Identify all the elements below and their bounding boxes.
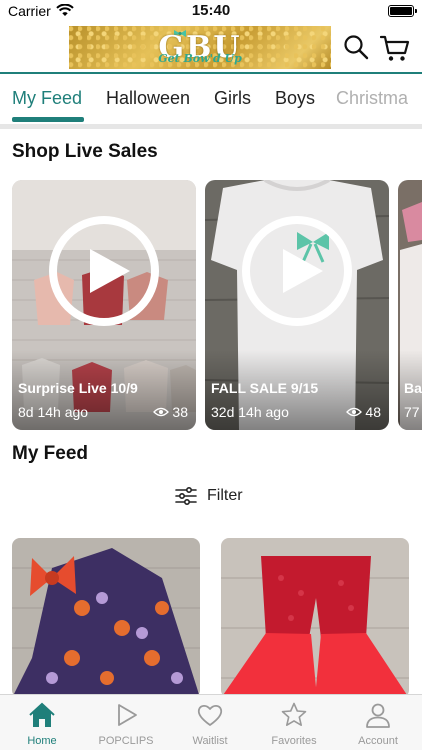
nav-popclips[interactable]: POPCLIPS [84, 695, 168, 750]
bottom-tab-bar: Home POPCLIPS Waitlist Favorites Account [0, 694, 422, 750]
person-icon [366, 703, 390, 728]
star-icon [281, 702, 307, 726]
nav-label-home: Home [27, 735, 57, 747]
live-sale-card[interactable]: Ba 77 [398, 180, 422, 430]
tab-girls[interactable]: Girls [214, 88, 251, 109]
filter-button[interactable]: Filter [175, 484, 243, 508]
tab-halloween[interactable]: Halloween [106, 88, 190, 109]
cart-icon[interactable] [380, 34, 410, 62]
view-count-value: 48 [365, 404, 381, 420]
tab-my-feed[interactable]: My Feed [12, 88, 82, 109]
view-count: 48 [346, 404, 381, 420]
app-header: GBU Get Bow'd Up [0, 22, 422, 72]
brand-logo[interactable]: GBU Get Bow'd Up [69, 26, 331, 69]
filter-label: Filter [207, 487, 243, 504]
play-icon[interactable] [241, 215, 353, 327]
live-sale-age: 32d 14h ago [211, 404, 289, 420]
play-icon [118, 704, 137, 726]
nav-label-favorites: Favorites [271, 735, 317, 747]
battery-icon [388, 5, 417, 17]
tabs-divider [0, 124, 422, 129]
tab-boys[interactable]: Boys [275, 88, 315, 109]
live-sale-card[interactable]: Surprise Live 10/9 8d 14h ago 38 [12, 180, 196, 430]
live-sale-title: Surprise Live 10/9 [18, 380, 138, 396]
nav-label-popclips: POPCLIPS [98, 735, 154, 747]
heart-icon [197, 704, 223, 726]
nav-favorites[interactable]: Favorites [252, 695, 336, 750]
live-sales-heading: Shop Live Sales [12, 141, 158, 162]
clock: 15:40 [191, 2, 231, 19]
product-image [221, 538, 409, 698]
filter-icon [175, 487, 197, 505]
home-icon [29, 702, 55, 727]
product-card[interactable] [221, 538, 409, 698]
live-sale-title: FALL SALE 9/15 [211, 380, 319, 396]
live-sale-title: Ba [404, 380, 422, 396]
feed-heading: My Feed [12, 443, 89, 464]
active-tab-indicator [12, 117, 84, 122]
live-sale-age: 77 [404, 404, 420, 420]
status-bar: Carrier 15:40 [0, 0, 422, 22]
nav-label-waitlist: Waitlist [192, 735, 228, 747]
live-sale-card[interactable]: FALL SALE 9/15 32d 14h ago 48 [205, 180, 389, 430]
nav-home[interactable]: Home [0, 695, 84, 750]
view-count-value: 38 [172, 404, 188, 420]
product-image [12, 538, 200, 698]
eye-icon [153, 407, 170, 417]
nav-label-account: Account [358, 735, 398, 747]
tab-christmas[interactable]: Christma [336, 88, 408, 109]
eye-icon [346, 407, 363, 417]
play-icon[interactable] [48, 215, 160, 327]
product-card[interactable] [12, 538, 200, 698]
nav-account[interactable]: Account [336, 695, 420, 750]
search-icon[interactable] [343, 34, 369, 60]
view-count: 38 [153, 404, 188, 420]
nav-waitlist[interactable]: Waitlist [168, 695, 252, 750]
live-sale-age: 8d 14h ago [18, 404, 89, 420]
logo-tagline: Get Bow'd Up [158, 52, 242, 65]
